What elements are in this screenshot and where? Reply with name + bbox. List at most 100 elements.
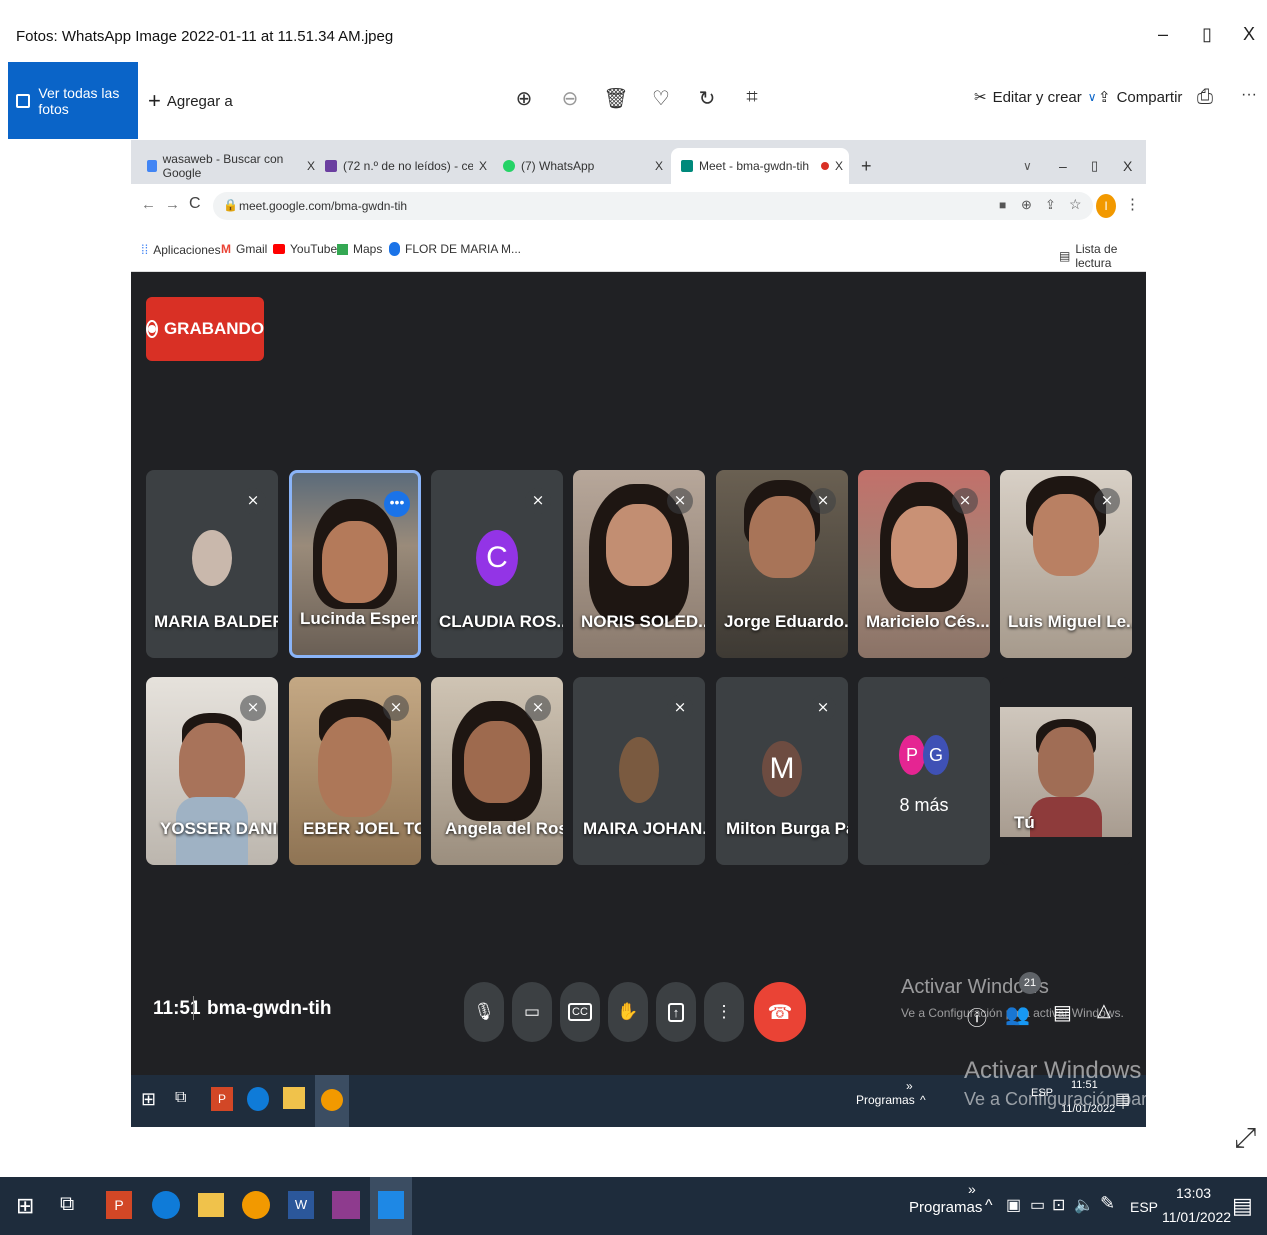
participant-face bbox=[606, 504, 672, 586]
participant-tile[interactable]: ⨯ M Milton Burga Paz bbox=[716, 677, 848, 865]
tab-close-icon[interactable]: X bbox=[307, 159, 315, 173]
profile-avatar[interactable]: I bbox=[1096, 194, 1116, 218]
microphone-button[interactable]: 🎙 bbox=[464, 982, 504, 1042]
participant-tile[interactable]: ⨯ YOSSER DANIE... bbox=[146, 677, 278, 865]
bookmark-gmail[interactable]: M Gmail bbox=[221, 242, 267, 256]
address-bar[interactable]: 🔒 meet.google.com/bma-gwdn-tih ■ ⊕ ⇪ ☆ bbox=[213, 192, 1093, 220]
browser-minimize-button[interactable]: – bbox=[1049, 148, 1067, 184]
chat-icon[interactable]: ▤ bbox=[1053, 1000, 1072, 1025]
more-button[interactable]: ··· bbox=[1236, 86, 1262, 104]
present-button[interactable]: ↑ bbox=[656, 982, 696, 1042]
volume-icon[interactable]: 🔈 bbox=[1074, 1195, 1094, 1215]
notifications-icon: ▤ bbox=[1115, 1091, 1131, 1108]
clock-time[interactable]: 13:03 bbox=[1176, 1185, 1211, 1201]
start-button-icon[interactable]: ⊞ bbox=[16, 1193, 34, 1219]
tab-meet[interactable]: Meet - bma-gwdn-tih X bbox=[671, 148, 849, 184]
maximize-button[interactable]: ▯ bbox=[1192, 24, 1222, 45]
expand-icon[interactable]: ⤢ bbox=[1234, 1122, 1256, 1155]
info-icon[interactable]: ⓘ bbox=[967, 1002, 987, 1031]
close-button[interactable]: X bbox=[1234, 24, 1264, 45]
avatar bbox=[192, 530, 232, 586]
people-icon[interactable]: 👥 bbox=[1005, 1002, 1030, 1027]
avatar bbox=[619, 737, 659, 803]
chevron-right-icon: » bbox=[906, 1079, 913, 1093]
tab-mail[interactable]: (72 n.º de no leídos) - cesy40@y X bbox=[315, 148, 493, 184]
reload-icon[interactable]: C bbox=[189, 195, 201, 213]
camera-icon[interactable]: ■ bbox=[999, 198, 1006, 212]
chevron-right-icon[interactable]: » bbox=[968, 1181, 976, 1197]
forward-icon[interactable]: → bbox=[165, 196, 180, 213]
browser-restore-button[interactable]: ▯ bbox=[1081, 148, 1098, 184]
programs-label[interactable]: Programas bbox=[909, 1199, 982, 1216]
tray-app-icon[interactable]: ▣ bbox=[1006, 1195, 1021, 1215]
participant-tile[interactable]: ⨯ Maricielo Cés... bbox=[858, 470, 990, 658]
edge-icon[interactable] bbox=[152, 1191, 180, 1219]
reading-list[interactable]: ▤ Lista de lectura bbox=[1059, 242, 1146, 270]
captions-button[interactable]: CC bbox=[560, 982, 600, 1042]
zoom-icon[interactable]: ⊕ bbox=[1021, 197, 1032, 213]
bookmark-star-icon[interactable]: ☆ bbox=[1069, 196, 1082, 213]
participant-tile[interactable]: ⨯ Luis Miguel Le... bbox=[1000, 470, 1132, 658]
tab-google-search[interactable]: wasaweb - Buscar con Google X bbox=[137, 148, 315, 184]
chrome-icon[interactable] bbox=[242, 1191, 270, 1219]
file-explorer-icon[interactable] bbox=[198, 1193, 224, 1217]
back-icon[interactable]: ← bbox=[141, 196, 156, 213]
tray-chevron-icon[interactable]: ^ bbox=[985, 1197, 993, 1215]
crop-icon[interactable]: ⌗ bbox=[739, 86, 765, 109]
bookmark-apps[interactable]: ⁞⁞ Aplicaciones bbox=[141, 242, 221, 257]
bookmark-youtube[interactable]: YouTube bbox=[273, 242, 337, 256]
word-icon[interactable]: W bbox=[288, 1191, 314, 1219]
bookmark-flor[interactable]: FLOR DE MARIA M... bbox=[389, 242, 521, 256]
bookmark-maps[interactable]: Maps bbox=[337, 242, 382, 256]
rotate-icon[interactable]: ↻ bbox=[694, 86, 720, 111]
notifications-icon[interactable]: ▤ bbox=[1232, 1193, 1253, 1219]
tab-close-icon[interactable]: X bbox=[835, 159, 843, 173]
share-button[interactable]: ⇪ Compartir bbox=[1098, 88, 1182, 107]
tab-close-icon[interactable]: X bbox=[479, 159, 487, 173]
print-icon[interactable]: ⎙ bbox=[1192, 86, 1218, 109]
participant-tile[interactable]: ••• Lucinda Esper... bbox=[289, 470, 421, 658]
participant-tile[interactable]: ⨯ EBER JOEL TO... bbox=[289, 677, 421, 865]
pen-icon[interactable]: ✎ bbox=[1100, 1193, 1115, 1214]
zoom-out-icon[interactable]: ⊖ bbox=[557, 86, 583, 111]
participant-tile[interactable]: ⨯ C CLAUDIA ROS... bbox=[431, 470, 563, 658]
delete-icon[interactable]: 🗑 bbox=[603, 86, 629, 111]
participant-face bbox=[464, 721, 530, 803]
photos-taskbar-item[interactable] bbox=[370, 1177, 412, 1235]
activities-icon[interactable]: △ bbox=[1097, 1000, 1111, 1021]
language-indicator[interactable]: ESP bbox=[1130, 1199, 1158, 1215]
leave-call-button[interactable]: ☎ bbox=[754, 982, 806, 1042]
participant-tile[interactable]: ⨯ Jorge Eduardo... bbox=[716, 470, 848, 658]
avatar: C bbox=[476, 530, 518, 586]
participant-tile[interactable]: ⨯ MARIA BALDER... bbox=[146, 470, 278, 658]
winrar-icon[interactable] bbox=[332, 1191, 360, 1219]
participants-count-badge: 21 bbox=[1019, 972, 1041, 994]
share-page-icon[interactable]: ⇪ bbox=[1045, 197, 1056, 213]
powerpoint-icon[interactable]: P bbox=[106, 1191, 132, 1219]
minimize-button[interactable]: – bbox=[1148, 24, 1178, 45]
add-to-button[interactable]: + Agregar a bbox=[148, 88, 233, 114]
participant-tile[interactable]: ⨯ MAIRA JOHAN... bbox=[573, 677, 705, 865]
browser-close-button[interactable]: X bbox=[1113, 148, 1132, 184]
favorite-icon[interactable]: ♡ bbox=[648, 86, 674, 111]
browser-menu-icon[interactable]: ⋮ bbox=[1125, 195, 1140, 213]
tab-close-icon[interactable]: X bbox=[655, 159, 663, 173]
meet-controls-bar: 11:51 bma-gwdn-tih 🎙 ▭ CC ✋ ↑ ⋮ ☎ Activa… bbox=[131, 972, 1146, 1052]
zoom-in-icon[interactable]: ⊕ bbox=[511, 86, 537, 111]
tab-whatsapp[interactable]: (7) WhatsApp X bbox=[493, 148, 671, 184]
more-participants-tile[interactable]: P G 8 más bbox=[858, 677, 990, 865]
camera-button[interactable]: ▭ bbox=[512, 982, 552, 1042]
raise-hand-button[interactable]: ✋ bbox=[608, 982, 648, 1042]
tray-power-icon[interactable]: ▭ bbox=[1030, 1195, 1045, 1215]
edit-create-button[interactable]: ✂ Editar y crear ∨ bbox=[974, 88, 1097, 107]
all-photos-button[interactable]: Ver todas las fotos bbox=[8, 62, 138, 139]
new-tab-button[interactable]: + bbox=[851, 148, 872, 184]
self-view-tile[interactable]: Tú bbox=[1000, 677, 1132, 865]
network-icon[interactable]: ⊡ bbox=[1052, 1195, 1065, 1215]
tab-search-icon[interactable]: ∨ bbox=[1013, 148, 1032, 184]
task-view-icon[interactable]: ⧉ bbox=[60, 1193, 74, 1216]
participant-tile[interactable]: ⨯ NORIS SOLED... bbox=[573, 470, 705, 658]
participant-tile[interactable]: ⨯ Angela del Ros... bbox=[431, 677, 563, 865]
clock-date[interactable]: 11/01/2022 bbox=[1162, 1209, 1231, 1225]
more-options-button[interactable]: ⋮ bbox=[704, 982, 744, 1042]
